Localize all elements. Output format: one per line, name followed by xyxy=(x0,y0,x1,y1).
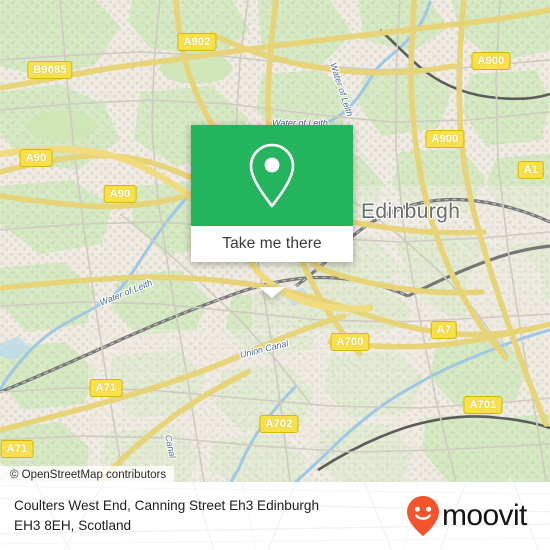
road-shield[interactable]: A71 xyxy=(0,440,34,458)
road-shield[interactable]: A900 xyxy=(425,130,465,148)
footer-bar: Coulters West End, Canning Street Eh3 Ed… xyxy=(0,482,550,550)
road-shield[interactable]: A702 xyxy=(259,415,299,433)
road-shield[interactable]: A90 xyxy=(103,185,137,203)
road-shield[interactable]: B9085 xyxy=(27,61,73,79)
city-label-edinburgh: Edinburgh xyxy=(361,200,461,223)
road-shield[interactable]: A700 xyxy=(330,333,370,351)
map-pin-icon xyxy=(249,143,295,207)
road-shield[interactable]: A71 xyxy=(89,379,123,397)
popup-tail-pointer xyxy=(259,287,285,298)
moovit-wordmark: moovit xyxy=(442,499,527,532)
map-viewport[interactable]: Water of Leith Water of Leith Water of L… xyxy=(0,0,550,482)
moovit-pin-icon xyxy=(407,496,439,536)
road-shield[interactable]: A90 xyxy=(19,149,53,167)
moovit-logo[interactable]: moovit xyxy=(406,495,527,537)
take-me-there-label: Take me there xyxy=(222,235,322,252)
road-shield[interactable]: A1 xyxy=(517,161,545,179)
map-attribution[interactable]: © OpenStreetMap contributors xyxy=(0,466,175,482)
road-shield[interactable]: A7 xyxy=(430,321,458,339)
location-popup-card[interactable]: Take me there xyxy=(191,125,353,298)
road-shield[interactable]: A902 xyxy=(177,33,217,51)
road-shield[interactable]: A701 xyxy=(463,396,503,414)
popup-header xyxy=(191,125,353,226)
road-shield[interactable]: A900 xyxy=(471,52,511,70)
popup-footer[interactable]: Take me there xyxy=(191,226,353,262)
address-line-2: EH3 8EH, Scotland xyxy=(14,518,132,533)
location-address: Coulters West End, Canning Street Eh3 Ed… xyxy=(14,496,406,536)
map-screenshot: Water of Leith Water of Leith Water of L… xyxy=(0,0,550,550)
address-line-1: Coulters West End, Canning Street Eh3 Ed… xyxy=(14,498,320,513)
